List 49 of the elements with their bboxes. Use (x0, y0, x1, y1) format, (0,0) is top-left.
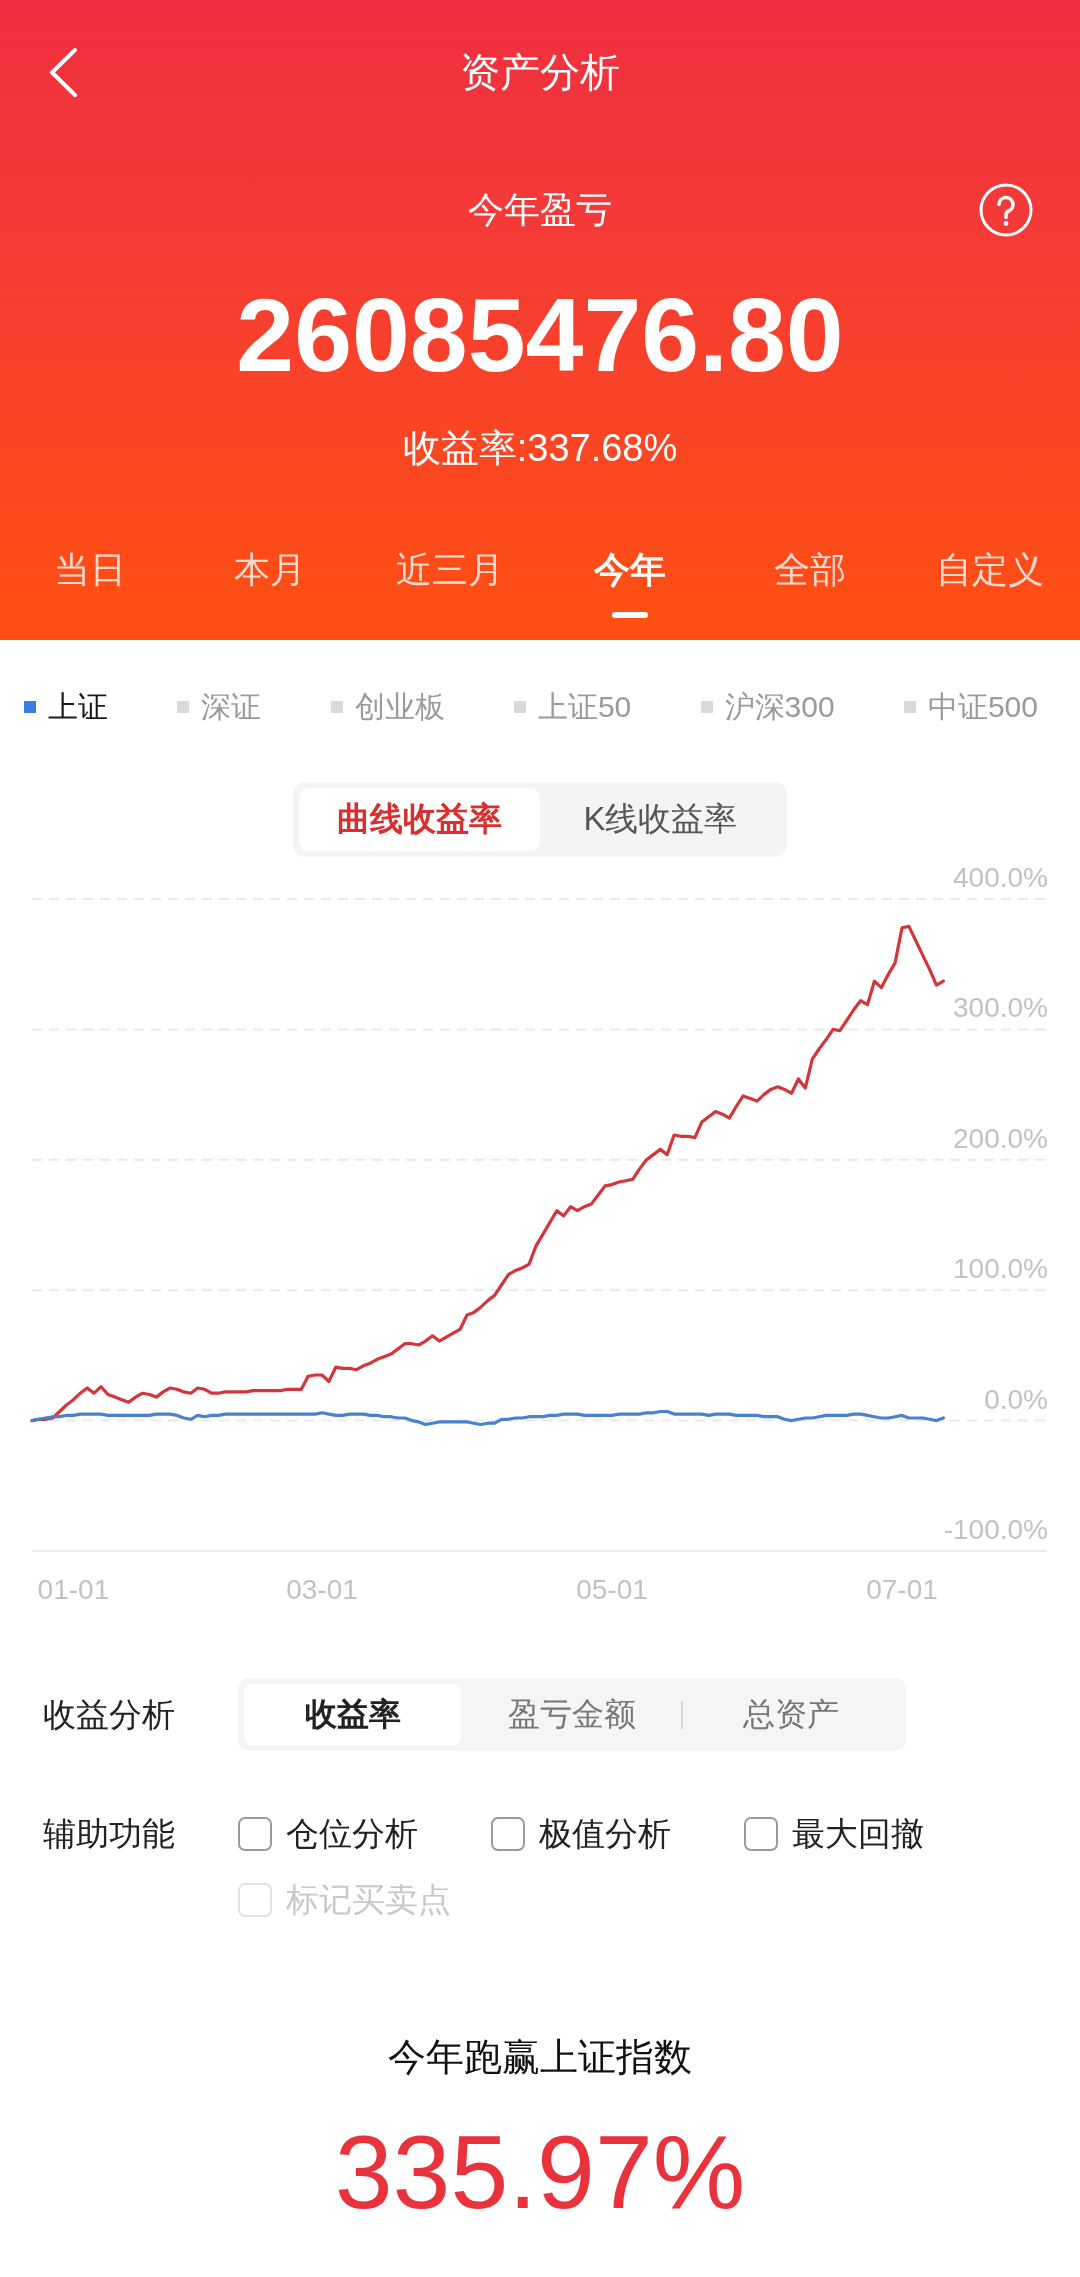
x-axis-label: 01-01 (37, 1574, 110, 1605)
checkbox-label[interactable]: 最大回撤 (792, 1812, 924, 1856)
period-tab[interactable]: 今年 (540, 535, 720, 628)
period-tab[interactable]: 本月 (180, 535, 360, 628)
y-axis-label: -100.0% (943, 1514, 1048, 1545)
checkbox[interactable] (744, 1817, 778, 1851)
period-tab[interactable]: 自定义 (900, 535, 1080, 628)
period-tab[interactable]: 近三月 (360, 535, 540, 628)
index-option[interactable]: 中证500 (903, 687, 1038, 727)
checkbox-label[interactable]: 仓位分析 (286, 1812, 418, 1856)
marker-icon (177, 701, 190, 713)
outperformance-value: 335.97% (334, 2113, 746, 2232)
x-axis-label: 03-01 (286, 1574, 358, 1605)
outperformance-label: 今年跑赢上证指数 (388, 2035, 692, 2080)
help-icon[interactable] (979, 183, 1033, 237)
x-axis-label: 05-01 (576, 1574, 648, 1605)
marker-icon (903, 701, 916, 713)
back-icon[interactable] (48, 46, 79, 98)
marker-icon (24, 701, 36, 713)
marker-icon (513, 701, 526, 713)
period-tab[interactable]: 当日 (0, 535, 180, 628)
index-option[interactable]: 深证 (177, 687, 262, 727)
index-option[interactable]: 沪深300 (700, 687, 835, 727)
segment-button[interactable]: K线收益率 (540, 788, 781, 851)
period-tab[interactable]: 全部 (720, 535, 900, 628)
index-option[interactable]: 创业板 (330, 687, 445, 727)
section-label: 收益分析 (43, 1694, 175, 1735)
checkbox-label[interactable]: 极值分析 (539, 1812, 671, 1856)
page-title: 资产分析 (460, 49, 620, 96)
checkbox[interactable] (491, 1817, 525, 1851)
index-option[interactable]: 上证 (24, 687, 108, 727)
marker-icon (700, 701, 713, 713)
segment-button[interactable]: 收益率 (244, 1684, 462, 1745)
y-axis-label: 0.0% (984, 1383, 1048, 1415)
segment-button[interactable]: 总资产 (682, 1684, 900, 1745)
return-rate: 收益率:337.68% (402, 426, 678, 472)
section-label: 辅助功能 (43, 1814, 175, 1854)
y-axis-label: 400.0% (953, 862, 1048, 893)
summary-label: 今年盈亏 (468, 188, 612, 232)
segment-button[interactable]: 盈亏金额 (463, 1684, 681, 1745)
segment-button[interactable]: 曲线收益率 (299, 788, 540, 851)
checkbox[interactable] (238, 1817, 272, 1851)
marker-icon (330, 701, 343, 713)
y-axis-label: 200.0% (953, 1122, 1048, 1154)
index-option[interactable]: 上证50 (513, 687, 632, 727)
y-axis-label: 100.0% (953, 1253, 1048, 1285)
y-axis-label: 300.0% (953, 992, 1048, 1024)
x-axis-label: 07-01 (866, 1574, 938, 1605)
profit-amount: 26085476.80 (236, 277, 844, 393)
